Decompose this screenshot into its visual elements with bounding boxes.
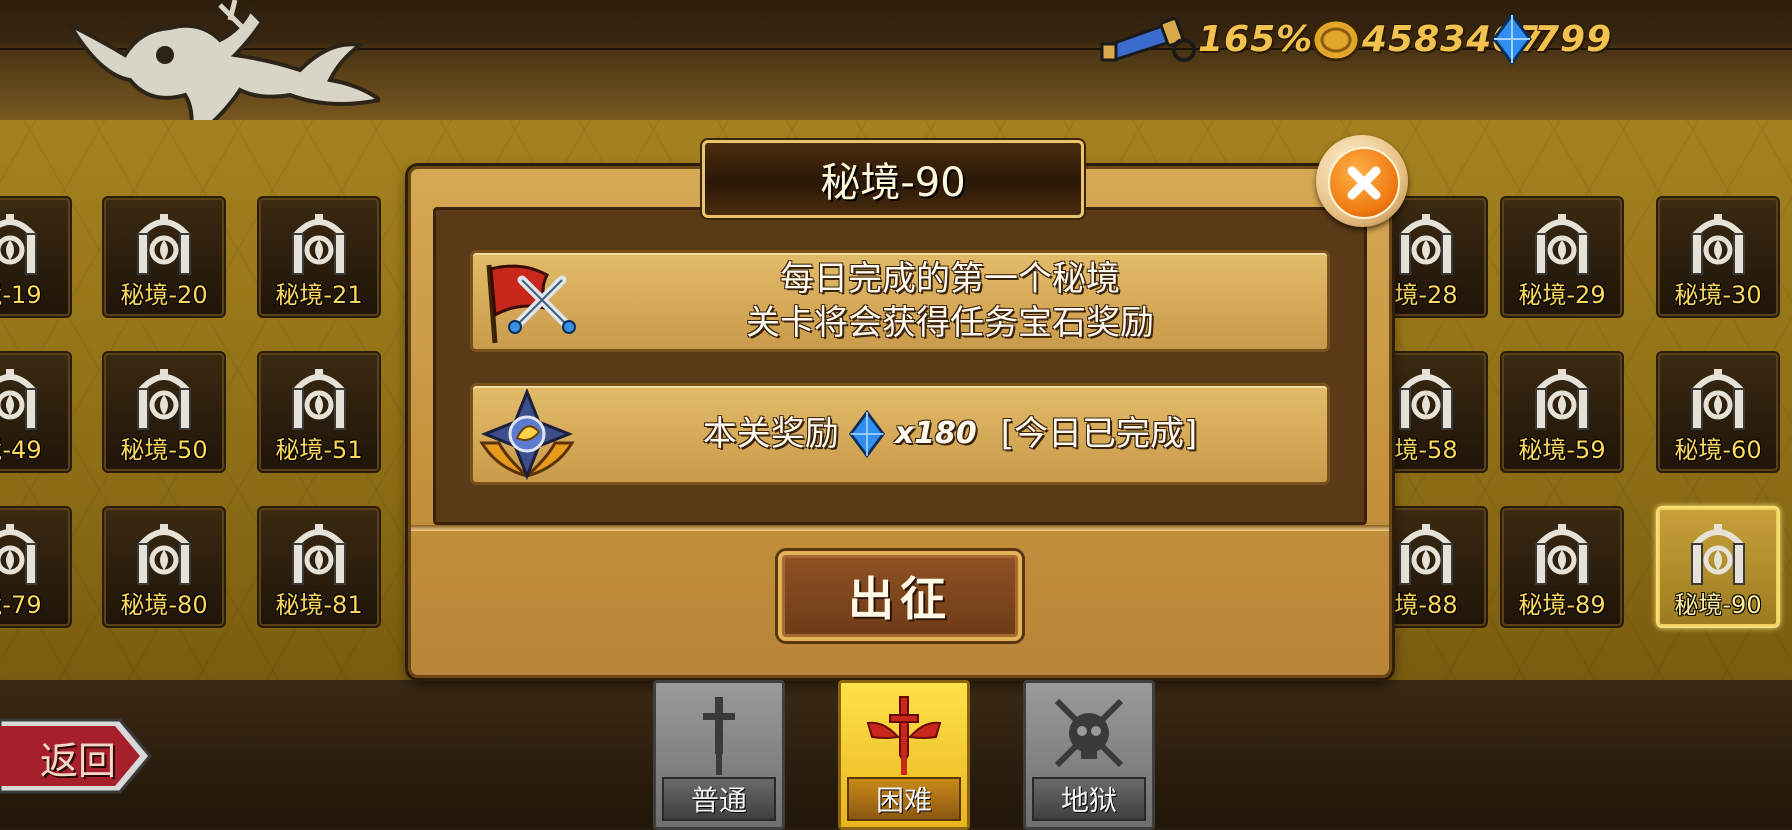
- tab-hell[interactable]: 地狱: [1023, 680, 1155, 830]
- stage-tile-label: 秘境-81: [275, 591, 363, 619]
- blue-gem-icon: [848, 410, 885, 458]
- portal-gate-icon: [1535, 524, 1589, 585]
- telescope-value: 165%: [1198, 18, 1314, 60]
- stage-tile-label: 秘境-21: [275, 281, 363, 309]
- daily-info-row: 每日完成的第一个秘境 关卡将会获得任务宝石奖励: [470, 250, 1330, 352]
- stage-tile[interactable]: 秘境-80: [102, 506, 226, 628]
- stage-tile-label: 秘境-30: [1674, 281, 1762, 309]
- close-button[interactable]: [1316, 135, 1408, 227]
- portal-gate-icon: [1535, 369, 1589, 430]
- reward-label: 本关奖励: [702, 414, 839, 454]
- tab-hard-label: 困难: [875, 784, 932, 817]
- portal-gate-icon: [137, 524, 191, 585]
- dialog-title-plate: 秘境-90: [702, 140, 1084, 218]
- stage-tile[interactable]: 秘境-60: [1656, 351, 1780, 473]
- portal-gate-icon: [1691, 369, 1745, 430]
- stage-tile-label: 秘境-90: [1674, 591, 1762, 619]
- stage-tile-label: 秘境-89: [1518, 591, 1606, 619]
- blue-gem-icon: [1492, 13, 1532, 65]
- stage-tile[interactable]: 秘境-21: [257, 196, 381, 318]
- reward-medal-icon: [479, 388, 575, 480]
- stage-tile-label: 境-19: [0, 281, 42, 309]
- portal-gate-icon: [137, 369, 191, 430]
- portal-gate-icon: [292, 369, 346, 430]
- portal-gate-icon: [0, 369, 37, 430]
- stage-tile-label: 秘境-20: [120, 281, 208, 309]
- stage-tile[interactable]: 秘境-89: [1500, 506, 1624, 628]
- portal-gate-icon: [0, 214, 37, 275]
- stage-tile[interactable]: 境-79: [0, 506, 72, 628]
- stage-tile-label: 秘境-59: [1518, 436, 1606, 464]
- portal-gate-icon: [1399, 369, 1453, 430]
- stage-tile-label: 境-79: [0, 591, 42, 619]
- go-battle-label: 出征: [848, 572, 952, 626]
- dialog-title: 秘境-90: [820, 160, 966, 206]
- stage-tile[interactable]: 秘境-20: [102, 196, 226, 318]
- stage-tile[interactable]: 秘境-50: [102, 351, 226, 473]
- tab-hard[interactable]: 困难: [838, 680, 970, 830]
- stage-tile[interactable]: 秘境-29: [1500, 196, 1624, 318]
- winged-sword-icon: [866, 696, 942, 775]
- skull-swords-icon: [1054, 698, 1124, 768]
- reward-row: 本关奖励 x180 [今日已完成]: [470, 383, 1330, 485]
- back-button[interactable]: 返回: [0, 716, 156, 796]
- portal-gate-icon: [137, 214, 191, 275]
- close-icon: [1347, 166, 1381, 200]
- stage-tile-label: 境-49: [0, 436, 42, 464]
- stage-tile[interactable]: 秘境-30: [1656, 196, 1780, 318]
- gold-coin-icon: [1311, 18, 1361, 62]
- gem-resource: 799: [1490, 13, 1613, 65]
- stage-tile-label: 秘境-51: [275, 436, 363, 464]
- stage-tile[interactable]: 秘境-59: [1500, 351, 1624, 473]
- stage-tile[interactable]: 秘境-90: [1656, 506, 1780, 628]
- go-battle-button[interactable]: 出征: [778, 551, 1022, 641]
- info-line-2: 关卡将会获得任务宝石奖励: [746, 303, 1154, 343]
- sword-icon: [703, 697, 735, 775]
- stage-tile[interactable]: 秘境-81: [257, 506, 381, 628]
- gem-value: 799: [1534, 18, 1613, 60]
- portal-gate-icon: [1691, 214, 1745, 275]
- portal-gate-icon: [0, 524, 37, 585]
- tab-hell-label: 地狱: [1060, 784, 1117, 817]
- stage-tile-label: 秘境-29: [1518, 281, 1606, 309]
- portal-gate-icon: [292, 214, 346, 275]
- portal-gate-icon: [292, 524, 346, 585]
- stage-tile-label: 秘境-80: [120, 591, 208, 619]
- reward-status: [今日已完成]: [1000, 414, 1198, 454]
- telescope-resource: 165%: [1098, 14, 1313, 64]
- stage-tile[interactable]: 境-19: [0, 196, 72, 318]
- portal-gate-icon: [1399, 524, 1453, 585]
- info-line-1: 每日完成的第一个秘境: [780, 259, 1120, 299]
- telescope-icon: [1100, 17, 1196, 62]
- battle-flag-icon: [486, 264, 576, 344]
- back-label: 返回: [40, 739, 117, 783]
- portal-gate-icon: [1691, 524, 1745, 585]
- tab-normal[interactable]: 普通: [653, 680, 785, 830]
- stage-tile-label: 秘境-50: [120, 436, 208, 464]
- reward-line: 本关奖励 x180 [今日已完成]: [702, 410, 1198, 458]
- stage-tile[interactable]: 秘境-51: [257, 351, 381, 473]
- stage-tile[interactable]: 境-49: [0, 351, 72, 473]
- portal-gate-icon: [1535, 214, 1589, 275]
- portal-gate-icon: [1399, 214, 1453, 275]
- stage-tile-label: 秘境-60: [1674, 436, 1762, 464]
- tab-normal-label: 普通: [690, 784, 747, 817]
- reward-quantity: x180: [894, 416, 977, 451]
